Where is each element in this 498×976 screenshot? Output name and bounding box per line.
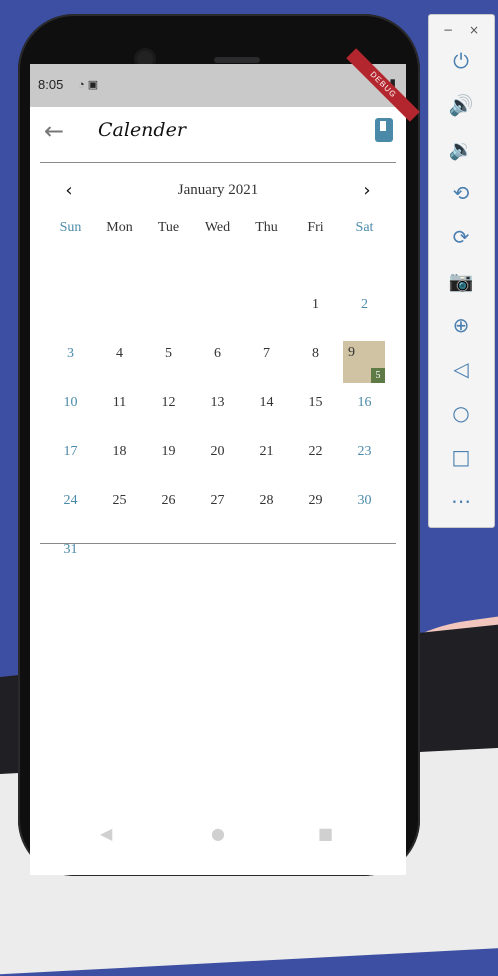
day-cell[interactable]: 21 — [242, 430, 291, 473]
day-cell[interactable]: 23 — [340, 430, 389, 473]
nav-recents-icon[interactable]: ■ — [318, 824, 333, 843]
day-cell[interactable]: 13 — [193, 381, 242, 424]
rotate-left-icon[interactable]: ⟲ — [448, 180, 474, 206]
day-cell[interactable]: 27 — [193, 479, 242, 522]
day-cell[interactable]: 4 — [95, 332, 144, 375]
day-cell[interactable]: 6 — [193, 332, 242, 375]
month-label: January 2021 — [177, 182, 259, 198]
camera-icon[interactable]: 📷 — [448, 268, 474, 294]
day-cell[interactable]: 17 — [46, 430, 95, 473]
day-cell[interactable]: 14 — [242, 381, 291, 424]
day-cell-selected[interactable]: 95 — [343, 341, 385, 383]
day-cell[interactable]: 12 — [144, 381, 193, 424]
back-icon[interactable]: ◁ — [448, 356, 474, 382]
next-month-button[interactable]: › — [357, 180, 377, 201]
minimize-button[interactable]: − — [443, 23, 453, 37]
day-cell[interactable]: 10 — [46, 381, 95, 424]
day-number: 9 — [348, 345, 355, 360]
back-arrow-icon[interactable]: ← — [44, 119, 68, 143]
status-time: 8:05 — [38, 77, 64, 92]
home-icon[interactable]: ○ — [448, 400, 474, 426]
phone-screen: 8:05 ◔ ▣ ▾ ▮ DEBUG ← Calender ‹ January … — [30, 48, 420, 875]
zoom-icon[interactable]: ⊕ — [448, 312, 474, 338]
system-nav-bar: ◀ ● ■ — [30, 811, 406, 861]
app-bar: ← Calender — [30, 107, 406, 162]
nav-back-icon[interactable]: ◀ — [100, 824, 112, 843]
day-cell[interactable]: 20 — [193, 430, 242, 473]
day-cell[interactable]: 31 — [46, 528, 95, 571]
day-cell[interactable]: 19 — [144, 430, 193, 473]
day-cell[interactable]: 28 — [242, 479, 291, 522]
day-cell[interactable]: 11 — [95, 381, 144, 424]
earpiece-speaker — [214, 57, 260, 63]
top-divider — [40, 162, 396, 163]
day-cell[interactable]: 22 — [291, 430, 340, 473]
weekday-label: Wed — [204, 220, 231, 235]
day-cell[interactable]: 3 — [46, 332, 95, 375]
day-cell[interactable]: 15 — [291, 381, 340, 424]
power-icon[interactable]: ⏻ — [448, 48, 474, 74]
page-title: Calender — [98, 119, 186, 141]
day-cell[interactable]: 25 — [95, 479, 144, 522]
rotate-right-icon[interactable]: ⟳ — [448, 224, 474, 250]
volume-up-icon[interactable]: 🔊 — [448, 92, 474, 118]
day-cell[interactable]: 2 — [340, 283, 389, 326]
day-cell[interactable]: 30 — [340, 479, 389, 522]
nav-home-icon[interactable]: ● — [211, 824, 225, 843]
day-cell[interactable]: 7 — [242, 332, 291, 375]
overview-icon[interactable]: □ — [448, 444, 474, 470]
close-button[interactable]: × — [469, 23, 479, 37]
day-cell[interactable]: 18 — [95, 430, 144, 473]
more-icon[interactable]: ⋯ — [448, 488, 474, 514]
day-cell[interactable]: 8 — [291, 332, 340, 375]
status-bar: 8:05 ◔ ▣ ▾ ▮ DEBUG — [30, 48, 420, 122]
day-cell[interactable]: 24 — [46, 479, 95, 522]
weekday-label: Fri — [307, 220, 324, 235]
book-icon[interactable] — [375, 118, 393, 142]
bottom-divider — [40, 543, 396, 544]
day-cell[interactable]: 1 — [291, 283, 340, 326]
notification-icons: ◔ ▣ — [78, 79, 99, 91]
day-cell[interactable]: 5 — [144, 332, 193, 375]
weekday-label: Mon — [106, 220, 133, 235]
weekday-label: Thu — [255, 220, 278, 235]
volume-down-icon[interactable]: 🔉 — [448, 136, 474, 162]
day-cell[interactable]: 29 — [291, 479, 340, 522]
emulator-side-panel: − × ⏻ 🔊 🔉 ⟲ ⟳ 📷 ⊕ ◁ ○ □ ⋯ — [428, 14, 495, 528]
day-cell[interactable]: 16 — [340, 381, 389, 424]
weekday-label: Tue — [157, 220, 180, 235]
weekday-label: Sat — [355, 220, 374, 235]
weekday-label: Sun — [59, 220, 82, 235]
day-cell[interactable]: 26 — [144, 479, 193, 522]
